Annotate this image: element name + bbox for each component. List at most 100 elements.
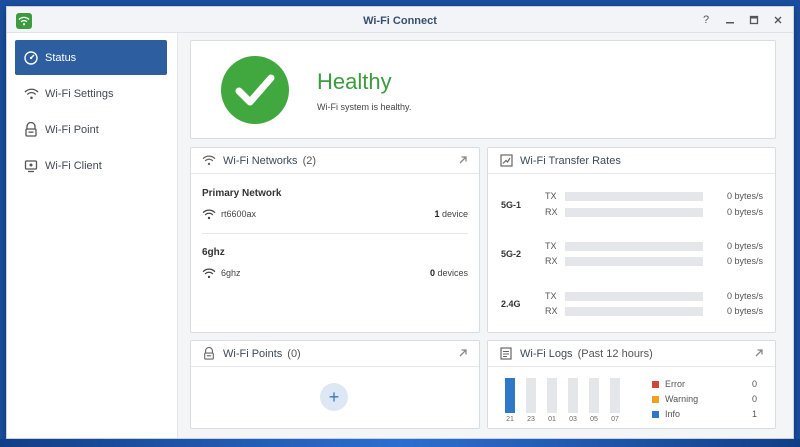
error-swatch (652, 380, 659, 388)
log-bar[interactable] (505, 378, 515, 413)
tx-rate-row: TX 0 bytes/s (545, 190, 763, 202)
wifi-icon (202, 208, 216, 220)
rate-value: 0 bytes/s (726, 207, 763, 217)
desktop-background (0, 439, 800, 447)
rate-bar (565, 241, 703, 251)
sidebar-item-label: Status (45, 51, 77, 64)
rate-value: 0 bytes/s (726, 241, 763, 251)
legend-error: Error 0 (652, 378, 757, 390)
divider (202, 233, 468, 234)
sidebar: Status Wi-Fi Settings Wi-Fi Point Wi-Fi … (7, 33, 178, 438)
close-icon[interactable] (771, 13, 785, 27)
log-bar-track (568, 378, 578, 413)
wifi-networks-panel: Wi-Fi Networks (2) Primary Network rt660… (190, 147, 480, 333)
warning-swatch (652, 395, 659, 403)
info-swatch (652, 410, 659, 418)
rate-bar (565, 191, 703, 201)
band-label: 5G-2 (501, 249, 522, 259)
log-tick-label: 03 (569, 416, 577, 423)
log-tick-label: 07 (611, 416, 619, 423)
panel-header: Wi-Fi Logs (Past 12 hours) (488, 341, 775, 367)
transfer-rates-panel: Wi-Fi Transfer Rates 5G-1 TX 0 bytes/s R… (487, 147, 776, 333)
health-description: Wi-Fi system is healthy. (317, 102, 412, 112)
point-count: (0) (287, 347, 301, 360)
panel-title: Wi-Fi Transfer Rates (520, 154, 621, 167)
rate-bar (565, 207, 703, 217)
wifi-point-icon (202, 347, 216, 361)
chart-icon (499, 154, 513, 168)
tx-label: TX (545, 291, 557, 301)
wifi-icon (202, 154, 216, 168)
panel-title: Wi-Fi Logs (520, 347, 573, 360)
health-panel: Healthy Wi-Fi system is healthy. (190, 40, 776, 139)
panel-header: Wi-Fi Transfer Rates (488, 148, 775, 174)
expand-icon[interactable] (753, 347, 765, 359)
network-group-name: Primary Network (202, 188, 282, 199)
status-icon (23, 50, 39, 66)
band-label: 5G-1 (501, 200, 522, 210)
maximize-icon[interactable] (747, 13, 761, 27)
rx-label: RX (545, 207, 558, 217)
panel-subtitle: (Past 12 hours) (577, 347, 653, 360)
app-window: Wi-Fi Connect ? Status Wi-Fi Settings Wi… (6, 6, 794, 439)
help-icon[interactable]: ? (699, 13, 713, 27)
network-ssid: rt6600ax (221, 209, 257, 219)
rate-value: 0 bytes/s (726, 191, 763, 201)
sidebar-item-wifi-point[interactable]: Wi-Fi Point (15, 112, 167, 147)
title-bar: Wi-Fi Connect ? (7, 7, 793, 33)
add-wifi-point-button[interactable]: + (320, 383, 348, 411)
wifi-icon (23, 86, 39, 102)
network-ssid-row[interactable]: rt6600ax 1 device (202, 207, 468, 221)
legend-count: 0 (751, 379, 757, 389)
log-tick-label: 01 (548, 416, 556, 423)
health-status: Healthy (317, 69, 392, 94)
panel-header: Wi-Fi Networks (2) (191, 148, 479, 174)
sidebar-item-wifi-client[interactable]: Wi-Fi Client (15, 148, 167, 183)
rx-label: RX (545, 256, 558, 266)
rx-rate-row: RX 0 bytes/s (545, 255, 763, 267)
wifi-point-icon (23, 122, 39, 138)
tx-rate-row: TX 0 bytes/s (545, 290, 763, 302)
wifi-logs-panel: Wi-Fi Logs (Past 12 hours) 21 23 01 03 05 07 … (487, 340, 776, 429)
legend-label: Warning (665, 394, 699, 404)
panel-title: Wi-Fi Networks (223, 154, 298, 167)
network-group-name: 6ghz (202, 247, 225, 258)
tx-rate-row: TX 0 bytes/s (545, 240, 763, 252)
rate-bar (565, 306, 703, 316)
rate-value: 0 bytes/s (726, 256, 763, 266)
expand-icon[interactable] (457, 347, 469, 359)
rx-rate-row: RX 0 bytes/s (545, 206, 763, 218)
band-label: 2.4G (501, 299, 521, 309)
legend-count: 1 (751, 409, 757, 419)
panel-header: Wi-Fi Points (0) (191, 341, 479, 367)
log-tick-label: 23 (527, 416, 535, 423)
sidebar-item-label: Wi-Fi Client (45, 159, 102, 172)
wifi-points-panel: Wi-Fi Points (0) + (190, 340, 480, 429)
rate-value: 0 bytes/s (726, 306, 763, 316)
device-count: 0 devices (429, 268, 468, 278)
window-title: Wi-Fi Connect (363, 15, 437, 27)
network-count: (2) (302, 154, 317, 167)
log-bar-track (610, 378, 620, 413)
log-bar-track (526, 378, 536, 413)
log-bar-track (547, 378, 557, 413)
panel-title: Wi-Fi Points (223, 347, 283, 360)
legend-warning: Warning 0 (652, 393, 757, 405)
minimize-icon[interactable] (723, 13, 737, 27)
legend-info: Info 1 (652, 408, 757, 420)
network-ssid: 6ghz (221, 268, 241, 278)
sidebar-item-status[interactable]: Status (15, 40, 167, 75)
legend-label: Info (665, 409, 681, 419)
network-ssid-row[interactable]: 6ghz 0 devices (202, 266, 468, 280)
rate-bar (565, 291, 703, 301)
rate-value: 0 bytes/s (726, 291, 763, 301)
log-bar-track (589, 378, 599, 413)
rx-label: RX (545, 306, 558, 316)
tx-label: TX (545, 241, 557, 251)
log-tick-label: 21 (506, 416, 514, 423)
expand-icon[interactable] (457, 154, 469, 166)
sidebar-item-label: Wi-Fi Settings (45, 87, 114, 100)
sidebar-item-wifi-settings[interactable]: Wi-Fi Settings (15, 76, 167, 111)
client-icon (23, 158, 39, 174)
device-count: 1 device (434, 209, 468, 219)
